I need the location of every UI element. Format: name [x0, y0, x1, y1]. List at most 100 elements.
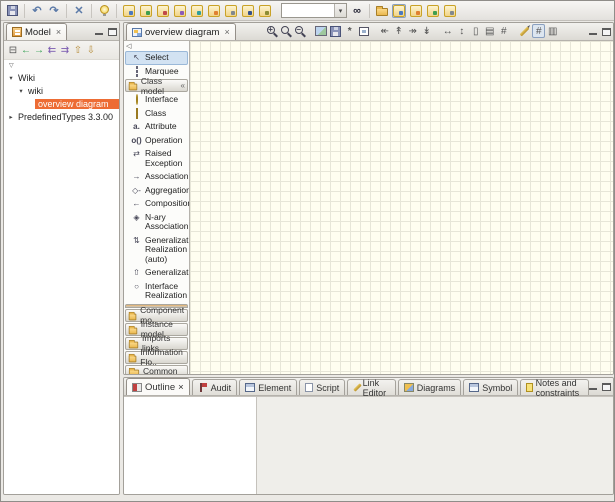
model-tab-label: Model	[25, 27, 51, 38]
close-icon[interactable]: ×	[224, 27, 229, 37]
expander-icon[interactable]: ▾	[17, 87, 25, 95]
generalization-realization-icon: ⇅	[131, 236, 142, 245]
new-use-case-icon[interactable]	[241, 4, 255, 18]
outline-view-content[interactable]	[124, 397, 257, 494]
tab-diagrams[interactable]: Diagrams	[398, 379, 462, 395]
save-diagram-icon[interactable]	[329, 24, 342, 38]
palette-drawer-arrow-icon[interactable]: ◁	[125, 42, 188, 51]
align-top-icon[interactable]: ↟	[392, 24, 405, 38]
collapse-section-icon[interactable]: «	[181, 81, 185, 90]
palette-item-association[interactable]: → Association	[125, 170, 188, 184]
palette-tool-select[interactable]: ↖ Select	[125, 51, 188, 65]
edit-pencil-icon[interactable]	[518, 24, 531, 38]
expander-icon[interactable]: ▾	[7, 74, 15, 82]
palette-item-interface[interactable]: Interface	[125, 93, 188, 107]
previous-sibling-icon[interactable]: ⇇	[46, 44, 58, 57]
new-package-icon[interactable]	[122, 4, 136, 18]
stack-order-icon[interactable]: ▤	[483, 24, 496, 38]
tree-item-wiki-package[interactable]: ▾ wiki	[4, 84, 119, 97]
layers-icon[interactable]: ▥	[546, 24, 559, 38]
tab-model[interactable]: Model ×	[6, 23, 67, 40]
new-class-icon[interactable]	[139, 4, 153, 18]
zoom-in-icon[interactable]: +	[265, 24, 278, 38]
maximize-button[interactable]	[602, 383, 611, 391]
export-image-icon[interactable]	[314, 24, 328, 38]
distribute-vertical-icon[interactable]: ↕	[455, 24, 468, 38]
configure-icon[interactable]: ✕	[72, 4, 86, 18]
tab-symbol[interactable]: Symbol	[463, 379, 518, 395]
palette-section-class-model[interactable]: Class model «	[125, 79, 188, 92]
align-right-icon[interactable]: ↠	[406, 24, 419, 38]
tab-element[interactable]: Element	[239, 379, 297, 395]
tab-outline[interactable]: Outline ×	[126, 378, 190, 395]
zoom-out-icon[interactable]: −	[293, 24, 306, 38]
palette-item-generalization[interactable]: ⇧ Generalization	[125, 266, 188, 280]
new-diagram-icon[interactable]	[258, 4, 272, 18]
minimize-button[interactable]	[589, 383, 598, 391]
collapse-all-icon[interactable]: ⊟	[7, 44, 19, 57]
grid-spacing-icon[interactable]: #	[497, 24, 510, 38]
tab-link-editor[interactable]: Link Editor	[347, 379, 396, 395]
zoom-original-icon[interactable]	[279, 24, 292, 38]
tab-audit[interactable]: Audit	[192, 379, 238, 395]
quick-search-input[interactable]	[282, 4, 334, 17]
toggle-b-icon[interactable]	[409, 4, 423, 18]
new-operation-icon[interactable]	[190, 4, 204, 18]
distribute-horizontal-icon[interactable]: ↔	[441, 24, 454, 38]
tab-overview-diagram[interactable]: overview diagram ×	[126, 23, 236, 40]
next-sibling-icon[interactable]: ⇉	[59, 44, 71, 57]
back-icon[interactable]: ←	[20, 44, 32, 57]
combo-dropdown-icon[interactable]: ▾	[334, 4, 346, 17]
palette-section-information-flow[interactable]: Information Flo..	[125, 351, 188, 364]
new-interface-icon[interactable]	[156, 4, 170, 18]
new-actor-icon[interactable]	[224, 4, 238, 18]
folder-icon	[129, 84, 137, 91]
diagram-properties-icon[interactable]: *	[343, 24, 356, 38]
tree-item-predefined-types[interactable]: ▸ PredefinedTypes 3.3.00	[4, 110, 119, 123]
search-icon[interactable]: ∞	[350, 4, 364, 18]
tab-script[interactable]: Script	[299, 379, 345, 395]
tree-item-overview-diagram[interactable]: overview diagram	[4, 97, 119, 110]
forward-icon[interactable]: →	[33, 44, 45, 57]
align-bottom-icon[interactable]: ↡	[420, 24, 433, 38]
align-left-icon[interactable]: ↞	[378, 24, 391, 38]
palette-item-aggregation[interactable]: ◇- Aggregation	[125, 184, 188, 198]
move-down-icon[interactable]: ⇩	[85, 44, 97, 57]
show-grid-icon[interactable]: #	[532, 24, 545, 38]
composition-icon: ←	[131, 199, 142, 208]
save-icon[interactable]	[5, 4, 19, 18]
palette-item-generalization-realization-auto[interactable]: ⇅ Generalizatio... Realization (auto)	[125, 234, 188, 267]
palette-item-attribute[interactable]: a. Attribute	[125, 120, 188, 134]
open-project-icon[interactable]	[375, 4, 389, 18]
diagram-canvas[interactable]	[190, 41, 613, 374]
minimize-button[interactable]	[589, 28, 598, 36]
expander-icon[interactable]: ▸	[7, 113, 15, 121]
move-up-icon[interactable]: ⇧	[72, 44, 84, 57]
toggle-d-icon[interactable]	[443, 4, 457, 18]
page-mode-icon[interactable]: ▯	[469, 24, 482, 38]
palette-item-operation[interactable]: o() Operation	[125, 134, 188, 148]
tip-of-the-day-icon[interactable]	[97, 4, 111, 18]
maximize-button[interactable]	[108, 28, 117, 36]
link-with-editor-icon[interactable]	[392, 4, 406, 18]
tree-item-wiki-project[interactable]: ▾ Wiki	[4, 71, 119, 84]
maximize-button[interactable]	[602, 28, 611, 36]
palette-item-nary-association[interactable]: ◈ N-ary Association	[125, 211, 188, 234]
palette-item-composition[interactable]: ← Composition	[125, 197, 188, 211]
palette-item-interface-realization[interactable]: ○ Interface Realization	[125, 280, 188, 303]
palette-item-class[interactable]: Class	[125, 107, 188, 121]
close-icon[interactable]: ×	[178, 382, 184, 393]
palette-item-raised-exception[interactable]: ⇄ Raised Exception	[125, 147, 188, 170]
fit-to-window-icon[interactable]	[357, 24, 370, 38]
view-menu-chevron-icon[interactable]: ▽	[9, 62, 14, 69]
tab-notes-and-constraints[interactable]: Notes and constraints	[520, 379, 589, 395]
redo-icon[interactable]: ↷	[47, 4, 61, 18]
new-attribute-icon[interactable]	[173, 4, 187, 18]
toggle-c-icon[interactable]	[426, 4, 440, 18]
model-view-header: Model ×	[4, 23, 119, 41]
new-component-icon[interactable]	[207, 4, 221, 18]
undo-icon[interactable]: ↶	[30, 4, 44, 18]
close-icon[interactable]: ×	[56, 27, 61, 37]
palette-section-label: Class model	[141, 76, 178, 96]
minimize-button[interactable]	[95, 28, 104, 36]
